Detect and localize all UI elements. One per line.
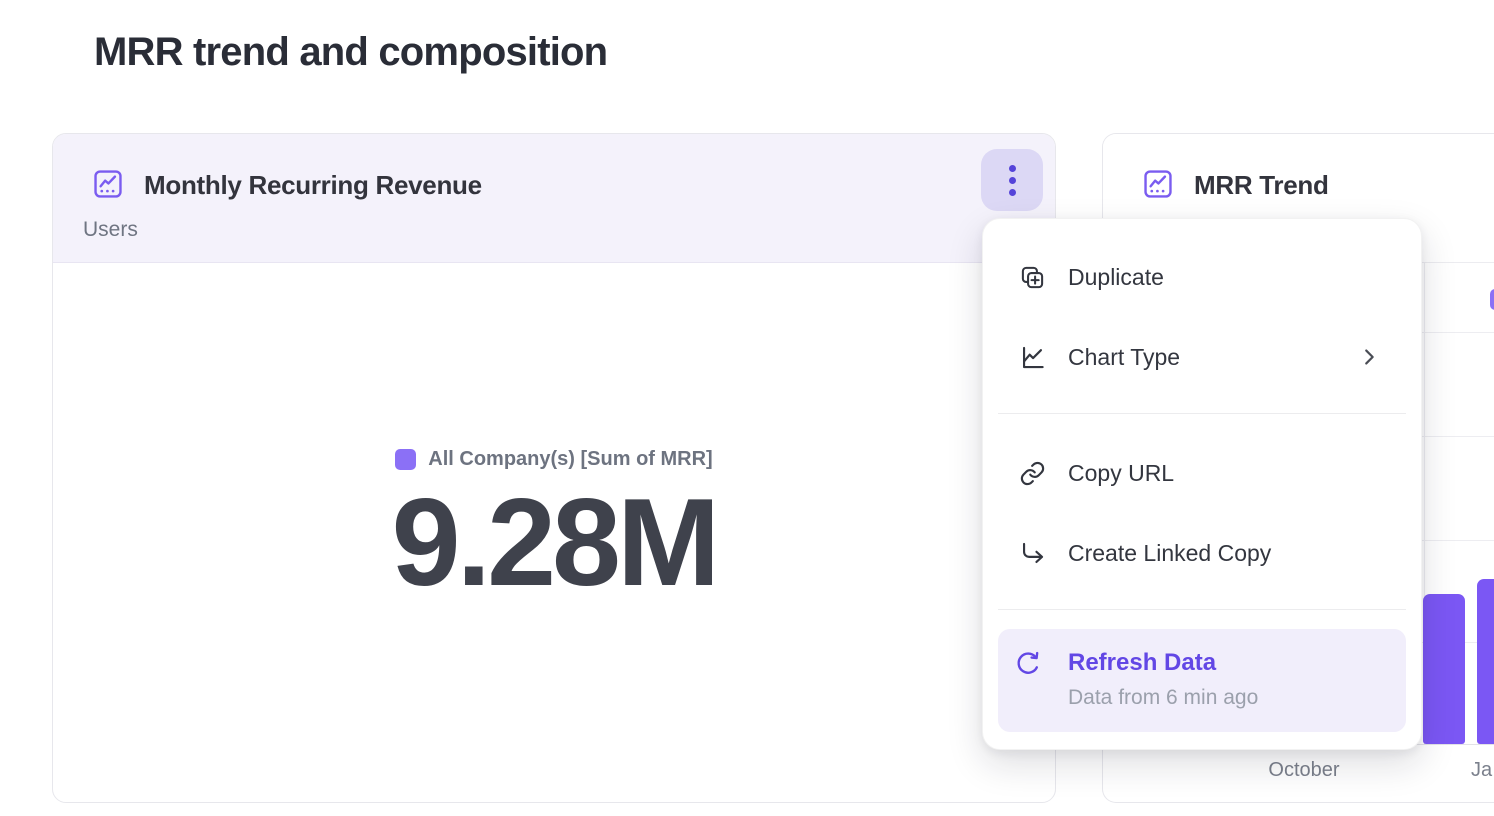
legend-swatch-icon <box>395 449 416 470</box>
card-header: Monthly Recurring Revenue Users <box>53 134 1055 263</box>
card-subtitle: Users <box>83 218 138 242</box>
menu-item-label: Duplicate <box>1068 264 1164 291</box>
x-tick-label: October <box>1268 759 1339 782</box>
chart-type-icon <box>1019 344 1046 371</box>
menu-item-copy-url[interactable]: Copy URL <box>998 433 1406 513</box>
kpi-body: All Company(s) [Sum of MRR] 9.28M <box>53 263 1055 803</box>
legend-label: All Company(s) [Sum of MRR] <box>428 448 712 471</box>
menu-item-label: Create Linked Copy <box>1068 540 1271 567</box>
legend: All Company(s) [Sum of MRR] <box>395 448 712 471</box>
duplicate-icon <box>1019 264 1046 291</box>
menu-item-duplicate[interactable]: Duplicate <box>998 237 1406 317</box>
card-context-menu: Duplicate Chart Type Copy URL <box>982 218 1422 750</box>
menu-item-chart-type[interactable]: Chart Type <box>998 317 1406 397</box>
kpi-value: 9.28M <box>392 481 717 605</box>
chevron-right-icon <box>1358 346 1380 368</box>
x-tick-label: Ja <box>1471 759 1492 782</box>
chart-widget-icon <box>91 167 125 201</box>
menu-divider <box>998 413 1406 414</box>
card-title: Monthly Recurring Revenue <box>144 170 482 201</box>
mrr-number-card[interactable]: Monthly Recurring Revenue Users All Comp… <box>52 133 1056 803</box>
menu-item-refresh-data[interactable]: Refresh Data Data from 6 min ago <box>998 629 1406 732</box>
refresh-icon <box>1014 651 1041 678</box>
menu-item-label: Copy URL <box>1068 460 1174 487</box>
legend-swatch-icon <box>1490 289 1494 310</box>
menu-item-sublabel: Data from 6 min ago <box>1068 686 1258 710</box>
link-icon <box>1019 460 1046 487</box>
bar-january-2[interactable] <box>1477 579 1494 744</box>
card-title: MRR Trend <box>1194 170 1329 201</box>
menu-divider <box>998 609 1406 610</box>
kebab-icon <box>1009 165 1016 172</box>
menu-item-create-linked-copy[interactable]: Create Linked Copy <box>998 513 1406 593</box>
chart-widget-icon <box>1141 167 1175 201</box>
page-title: MRR trend and composition <box>94 30 607 75</box>
menu-item-label: Chart Type <box>1068 344 1180 371</box>
linked-copy-icon <box>1019 540 1046 567</box>
card-menu-button[interactable] <box>981 149 1043 211</box>
menu-item-label: Refresh Data <box>1068 649 1258 677</box>
bar-january-1[interactable] <box>1423 594 1465 744</box>
